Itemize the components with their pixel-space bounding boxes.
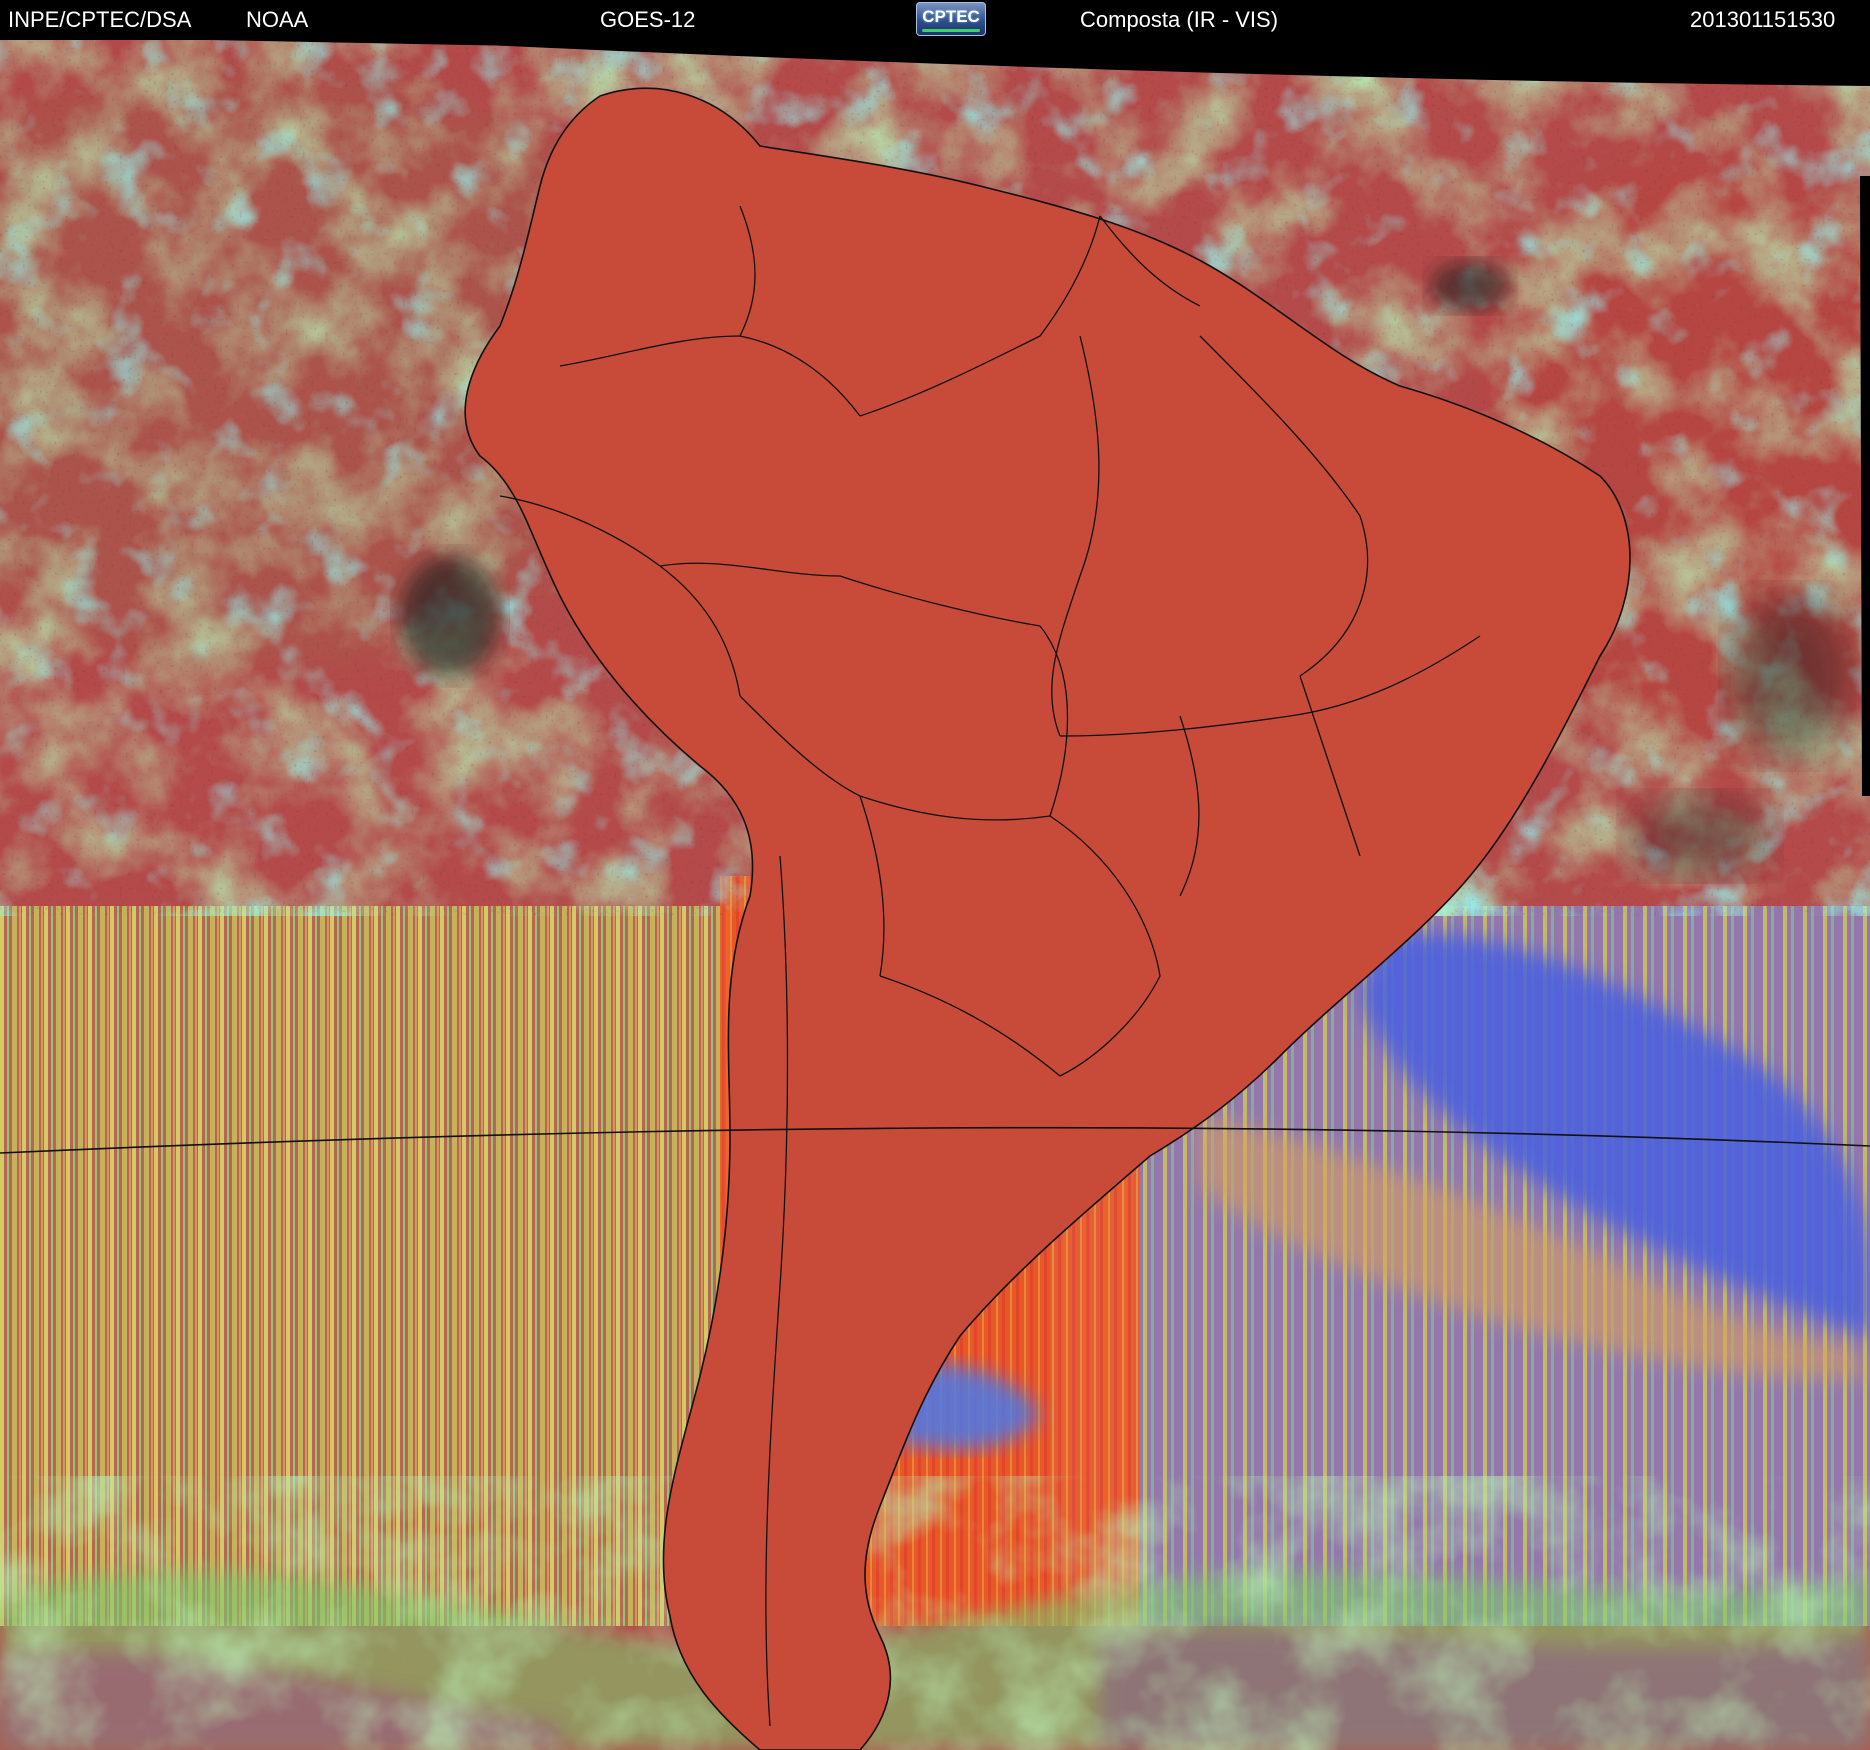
satellite-label: GOES-12: [600, 7, 696, 32]
map-canvas: [0, 36, 1870, 1750]
timestamp-label: 201301151530: [1690, 7, 1836, 32]
source-label: NOAA: [246, 7, 309, 32]
image-header: INPE/CPTEC/DSA NOAA GOES-12 CPTEC Compos…: [0, 0, 1870, 40]
agency-label: INPE/CPTEC/DSA: [8, 7, 192, 32]
satellite-composite-map: [0, 36, 1870, 1750]
south-cloud-texture: [0, 1476, 1870, 1750]
logo-text: CPTEC: [922, 7, 980, 26]
logo-swoosh: [922, 29, 980, 32]
product-label: Composta (IR - VIS): [1080, 7, 1279, 32]
data-area: [0, 36, 1870, 1750]
cptec-logo-icon: CPTEC: [916, 2, 986, 36]
